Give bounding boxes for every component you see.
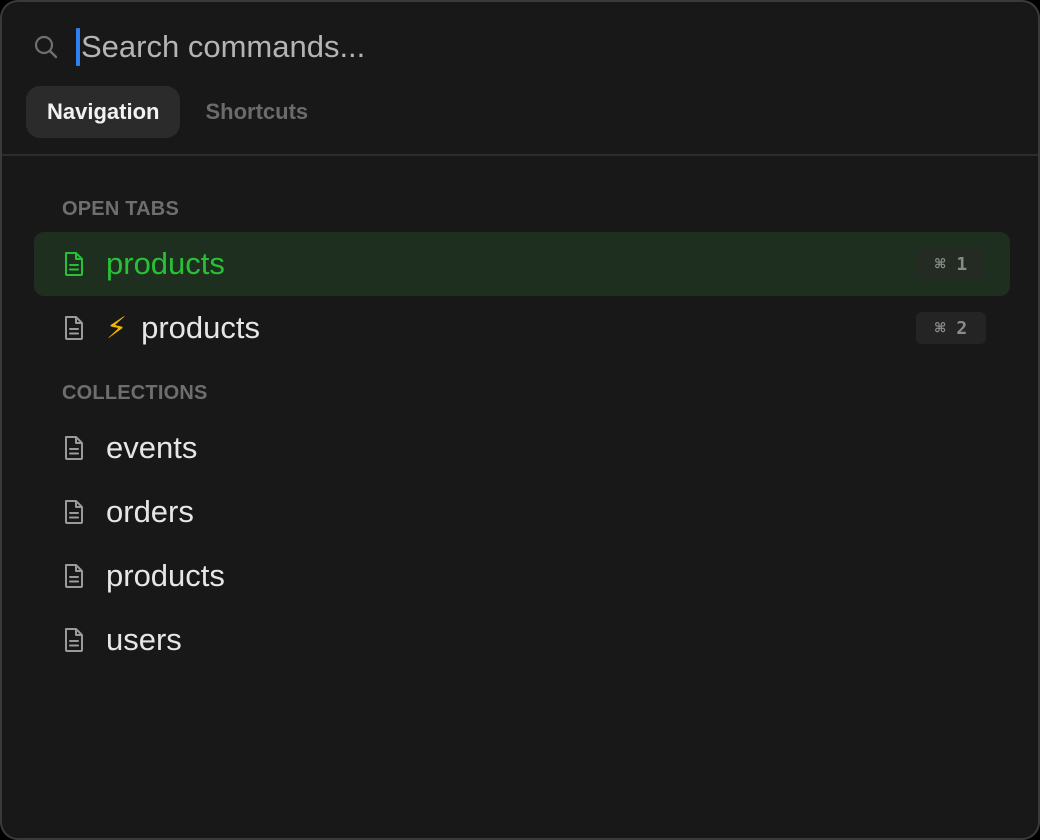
open-tab-item-products[interactable]: products ⌘ 1: [34, 232, 1010, 296]
command-palette: Navigation Shortcuts OPEN TABS products …: [0, 0, 1040, 840]
file-icon: [65, 564, 83, 588]
search-icon: [34, 35, 58, 59]
file-icon: [65, 436, 83, 460]
open-tab-label-text: products: [141, 310, 260, 345]
tab-navigation[interactable]: Navigation: [26, 86, 181, 138]
collection-label: users: [106, 622, 182, 657]
collection-label: orders: [106, 494, 194, 529]
collection-item-events[interactable]: events: [34, 416, 1010, 480]
collection-item-products[interactable]: products: [34, 544, 1010, 608]
tab-shortcuts[interactable]: Shortcuts: [184, 86, 329, 138]
text-caret: [76, 28, 80, 66]
file-icon: [65, 316, 83, 340]
collection-label: events: [106, 430, 198, 465]
file-icon: [65, 252, 83, 276]
collection-label: products: [106, 558, 225, 593]
search-input[interactable]: [81, 24, 981, 70]
open-tab-label: ⚡ products: [106, 296, 260, 361]
open-tab-label: products: [106, 246, 225, 281]
divider: [2, 154, 1038, 156]
mode-tabs: Navigation Shortcuts: [26, 86, 329, 138]
collection-item-users[interactable]: users: [34, 608, 1010, 672]
section-heading-collections: COLLECTIONS: [62, 382, 208, 404]
section-heading-open-tabs: OPEN TABS: [62, 198, 179, 220]
open-tab-item-products-2[interactable]: ⚡ products ⌘ 2: [34, 296, 1010, 360]
shortcut-badge: ⌘ 2: [916, 312, 986, 344]
lightning-bolt-icon: ⚡: [106, 311, 128, 346]
file-icon: [65, 500, 83, 524]
search-bar: [2, 2, 1038, 86]
file-icon: [65, 628, 83, 652]
shortcut-badge: ⌘ 1: [916, 248, 986, 280]
collection-item-orders[interactable]: orders: [34, 480, 1010, 544]
